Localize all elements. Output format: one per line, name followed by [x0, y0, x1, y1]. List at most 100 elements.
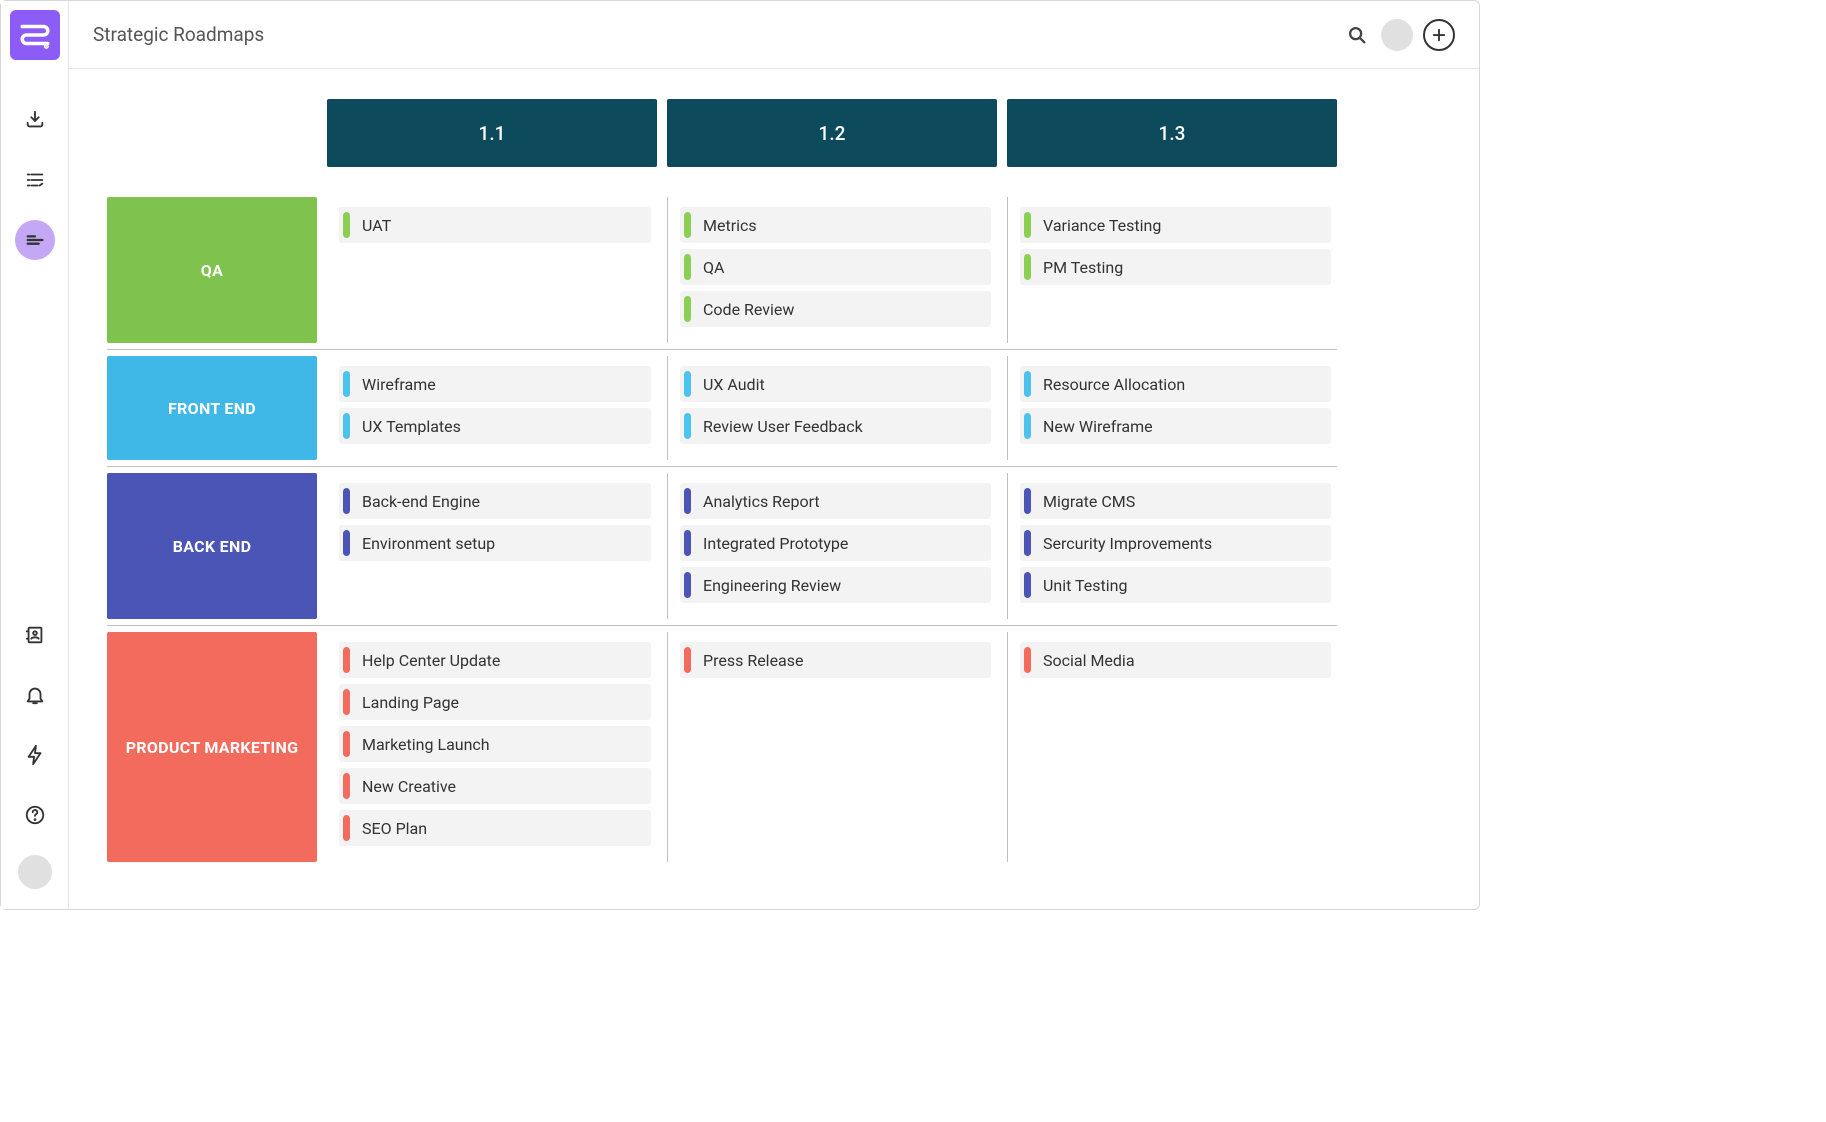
app-sidebar — [1, 1, 69, 909]
card-stripe — [343, 488, 350, 514]
roadmap-card[interactable]: PM Testing — [1020, 249, 1331, 285]
roadmap-card[interactable]: Sercurity Improvements — [1020, 525, 1331, 561]
roadmap-card[interactable]: UX Templates — [339, 408, 651, 444]
cell-front-end-2: UX Audit Review User Feedback — [667, 356, 997, 460]
card-label: Landing Page — [362, 693, 651, 712]
card-stripe — [684, 413, 691, 439]
roadmap-card[interactable]: Integrated Prototype — [680, 525, 991, 561]
add-button[interactable] — [1423, 19, 1455, 51]
list-view-icon[interactable] — [15, 160, 55, 200]
search-icon[interactable] — [1339, 17, 1375, 53]
card-stripe — [1024, 572, 1031, 598]
card-stripe — [1024, 254, 1031, 280]
cell-back-end-3: Migrate CMS Sercurity Improvements Unit Te… — [1007, 473, 1337, 619]
card-label: Marketing Launch — [362, 735, 651, 754]
column-header-2[interactable]: 1.2 — [667, 99, 997, 167]
card-label: New Creative — [362, 777, 651, 796]
cell-product-marketing-3: Social Media — [1007, 632, 1337, 862]
card-stripe — [1024, 371, 1031, 397]
card-stripe — [684, 572, 691, 598]
row-separator — [107, 466, 1337, 467]
roadmap-card[interactable]: Resource Allocation — [1020, 366, 1331, 402]
roadmap-card[interactable]: New Creative — [339, 768, 651, 804]
column-header-1[interactable]: 1.1 — [327, 99, 657, 167]
card-label: Sercurity Improvements — [1043, 534, 1331, 553]
roadmap-card[interactable]: Help Center Update — [339, 642, 651, 678]
page-title: Strategic Roadmaps — [93, 23, 264, 46]
roadmap-card[interactable]: SEO Plan — [339, 810, 651, 846]
app-logo[interactable] — [10, 10, 60, 60]
card-label: Analytics Report — [703, 492, 991, 511]
cell-front-end-3: Resource Allocation New Wireframe — [1007, 356, 1337, 460]
cell-back-end-1: Back-end Engine Environment setup — [327, 473, 657, 619]
roadmap-card[interactable]: Metrics — [680, 207, 991, 243]
main-area: Strategic Roadmaps 1.11.21.3 QA UAT Metrics… — [69, 1, 1479, 909]
card-stripe — [1024, 647, 1031, 673]
cell-qa-1: UAT — [327, 197, 657, 343]
card-label: PM Testing — [1043, 258, 1331, 277]
roadmap-card[interactable]: Back-end Engine — [339, 483, 651, 519]
user-avatar-sidebar[interactable] — [18, 855, 52, 889]
card-label: Code Review — [703, 300, 991, 319]
card-label: Resource Allocation — [1043, 375, 1331, 394]
roadmap-card[interactable]: Unit Testing — [1020, 567, 1331, 603]
roadmap-card[interactable]: Engineering Review — [680, 567, 991, 603]
user-avatar-top[interactable] — [1381, 19, 1413, 51]
card-stripe — [343, 413, 350, 439]
import-icon[interactable] — [15, 100, 55, 140]
notifications-icon[interactable] — [15, 675, 55, 715]
cell-front-end-1: Wireframe UX Templates — [327, 356, 657, 460]
card-label: Back-end Engine — [362, 492, 651, 511]
plus-icon — [1430, 26, 1448, 44]
card-stripe — [1024, 413, 1031, 439]
roadmap-card[interactable]: Marketing Launch — [339, 726, 651, 762]
header-gap — [107, 167, 1337, 197]
roadmap-card[interactable]: Social Media — [1020, 642, 1331, 678]
help-icon[interactable] — [15, 795, 55, 835]
roadmap-card[interactable]: Review User Feedback — [680, 408, 991, 444]
activity-icon[interactable] — [15, 735, 55, 775]
column-header-3[interactable]: 1.3 — [1007, 99, 1337, 167]
roadmap-card[interactable]: Environment setup — [339, 525, 651, 561]
lane-header-back-end[interactable]: BACK END — [107, 473, 317, 619]
roadmap-card[interactable]: Migrate CMS — [1020, 483, 1331, 519]
header-spacer — [107, 99, 317, 167]
card-stripe — [684, 254, 691, 280]
card-stripe — [684, 212, 691, 238]
swimlane-view-icon[interactable] — [15, 220, 55, 260]
logo-icon — [18, 18, 52, 52]
card-label: SEO Plan — [362, 819, 651, 838]
card-stripe — [343, 773, 350, 799]
card-label: Environment setup — [362, 534, 651, 553]
cell-qa-2: Metrics QA Code Review — [667, 197, 997, 343]
roadmap-card[interactable]: Code Review — [680, 291, 991, 327]
roadmap-card[interactable]: Analytics Report — [680, 483, 991, 519]
card-label: Wireframe — [362, 375, 651, 394]
roadmap-card[interactable]: Press Release — [680, 642, 991, 678]
card-stripe — [684, 530, 691, 556]
card-label: New Wireframe — [1043, 417, 1331, 436]
roadmap-card[interactable]: UAT — [339, 207, 651, 243]
card-stripe — [684, 296, 691, 322]
card-stripe — [343, 815, 350, 841]
roadmap-card[interactable]: UX Audit — [680, 366, 991, 402]
roadmap-card[interactable]: New Wireframe — [1020, 408, 1331, 444]
cell-qa-3: Variance Testing PM Testing — [1007, 197, 1337, 343]
card-stripe — [343, 371, 350, 397]
cell-back-end-2: Analytics Report Integrated Prototype Engi… — [667, 473, 997, 619]
row-separator — [107, 625, 1337, 626]
roadmap-content: 1.11.21.3 QA UAT Metrics QA Code Review Varian… — [69, 69, 1479, 909]
roadmap-card[interactable]: Wireframe — [339, 366, 651, 402]
cell-product-marketing-1: Help Center Update Landing Page Marketing … — [327, 632, 657, 862]
roadmap-card[interactable]: QA — [680, 249, 991, 285]
card-stripe — [343, 530, 350, 556]
lane-header-front-end[interactable]: FRONT END — [107, 356, 317, 460]
contacts-icon[interactable] — [15, 615, 55, 655]
lane-header-qa[interactable]: QA — [107, 197, 317, 343]
roadmap-card[interactable]: Landing Page — [339, 684, 651, 720]
roadmap-grid: 1.11.21.3 QA UAT Metrics QA Code Review Varian… — [107, 99, 1441, 862]
lane-header-product-marketing[interactable]: PRODUCT MARKETING — [107, 632, 317, 862]
roadmap-card[interactable]: Variance Testing — [1020, 207, 1331, 243]
card-label: Variance Testing — [1043, 216, 1331, 235]
card-label: UX Templates — [362, 417, 651, 436]
